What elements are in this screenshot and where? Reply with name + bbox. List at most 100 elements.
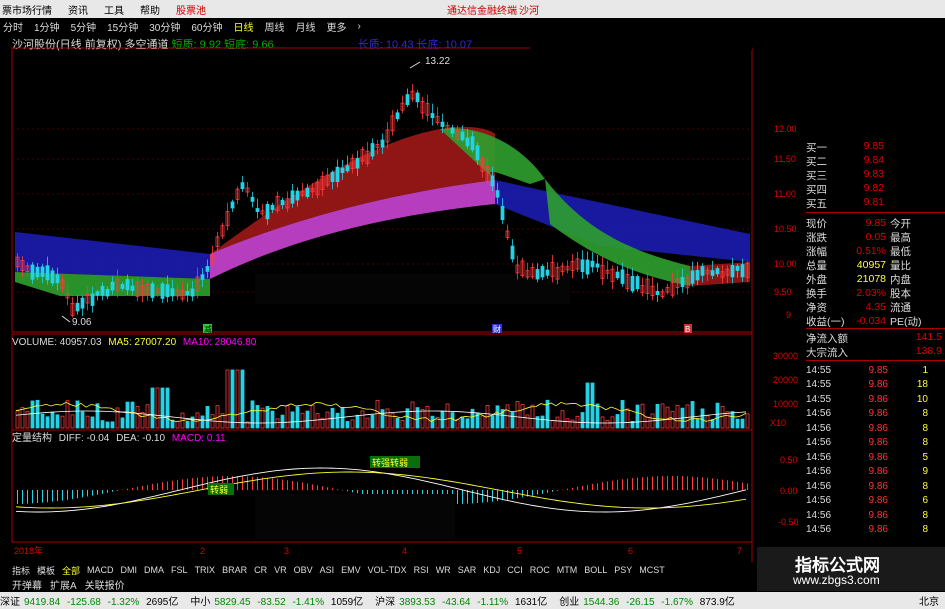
- tick-row: 14:56 9.86 8: [806, 508, 945, 522]
- volume-bar: [270, 410, 275, 429]
- period-daily[interactable]: 日线: [231, 19, 254, 34]
- diff-value: -0.04: [87, 433, 110, 444]
- menu-terminal-link[interactable]: 通达信金融终端: [445, 2, 517, 17]
- volume-bar: [635, 404, 640, 429]
- stat-row: 现价 9.85 今开: [806, 216, 945, 230]
- menu-tools[interactable]: 工具: [102, 2, 124, 17]
- stat-label: 流通: [890, 301, 911, 314]
- status-region: 北京: [919, 597, 939, 608]
- tick-time: 14:56: [806, 437, 832, 448]
- period-more[interactable]: 更多: [324, 19, 347, 34]
- period-1m[interactable]: 1分钟: [31, 19, 60, 34]
- indicator-tab[interactable]: ASI: [320, 565, 335, 575]
- chevron-right-icon[interactable]: ›: [355, 21, 361, 32]
- high-pointer: [409, 61, 421, 69]
- tick-price: 9.86: [868, 422, 888, 434]
- volume-bar: [700, 408, 705, 429]
- volume-bar: [300, 412, 305, 429]
- indicator-tab[interactable]: DMA: [144, 565, 164, 575]
- volume-bar: [560, 410, 565, 429]
- volume-bar: [235, 369, 240, 429]
- indicator-tab[interactable]: KDJ: [483, 565, 500, 575]
- indicator-tab[interactable]: MCST: [639, 565, 665, 575]
- candle-body: [535, 269, 540, 280]
- candle-body: [265, 203, 270, 220]
- indicator-tab[interactable]: VOL-TDX: [368, 565, 407, 575]
- menu-news[interactable]: 资讯: [66, 2, 88, 17]
- indicator-tab[interactable]: BRAR: [222, 565, 247, 575]
- masked-area-macd: [255, 494, 455, 539]
- stat-label: 收益(一): [806, 315, 845, 328]
- candle-body: [160, 283, 165, 299]
- indicator-tab[interactable]: DMI: [121, 565, 138, 575]
- index-pct: -1.67%: [661, 597, 693, 608]
- indicator-tab[interactable]: OBV: [294, 565, 313, 575]
- indicator-tab[interactable]: CCI: [507, 565, 523, 575]
- menu-help[interactable]: 帮助: [138, 2, 160, 17]
- period-tick[interactable]: 分时: [0, 19, 23, 34]
- index-quote[interactable]: 沪深 3893.53 -43.64 -1.11% 1631亿: [375, 593, 551, 608]
- stat-label: 内盘: [890, 273, 911, 286]
- indicator-tab[interactable]: CR: [254, 565, 267, 575]
- period-30m[interactable]: 30分钟: [146, 19, 180, 34]
- volume-bar: [410, 401, 415, 429]
- order-row: 买五 9.81: [806, 196, 884, 210]
- period-weekly[interactable]: 周线: [262, 19, 285, 34]
- volume-bar: [550, 420, 555, 429]
- candle-body: [475, 145, 480, 161]
- tick-price: 9.86: [868, 524, 888, 535]
- candle-body: [495, 190, 500, 198]
- index-quote[interactable]: 创业 1544.36 -26.15 -1.67% 873.9亿: [559, 593, 739, 608]
- stat-label: PE(动): [890, 315, 922, 328]
- expand-a-tab[interactable]: 扩展A: [50, 577, 77, 592]
- menu-stockpool[interactable]: 股票池: [174, 2, 206, 17]
- menu-market[interactable]: 票市场行情: [0, 2, 52, 17]
- period-15m[interactable]: 15分钟: [104, 19, 138, 34]
- volume-bar: [425, 406, 430, 429]
- flow-row: 净流入额 141.5: [806, 331, 942, 345]
- candle-body: [80, 297, 85, 309]
- volume-bar: [460, 416, 465, 429]
- period-60m[interactable]: 60分钟: [188, 19, 222, 34]
- event-marker-label: 减: [204, 324, 212, 334]
- tick-row: 14:56 9.86 8: [806, 523, 945, 537]
- candle-body: [95, 291, 100, 296]
- menu-stock-link[interactable]: 沙河: [517, 2, 539, 17]
- candle-body: [290, 190, 295, 204]
- macd-label: MACD:: [172, 433, 204, 444]
- indicator-tab[interactable]: VR: [274, 565, 287, 575]
- indicator-tab[interactable]: PSY: [614, 565, 632, 575]
- indicator-tab[interactable]: 模板: [37, 564, 55, 577]
- danmaku-toggle[interactable]: 开弹幕: [12, 577, 42, 592]
- indicator-tab[interactable]: 指标: [12, 564, 30, 577]
- indicator-tab[interactable]: RSI: [414, 565, 429, 575]
- indicator-tab[interactable]: BOLL: [584, 565, 607, 575]
- volume-bar: [415, 407, 420, 429]
- index-value: 5829.45: [214, 597, 251, 608]
- related-quote-tab[interactable]: 关联报价: [85, 577, 125, 592]
- period-5m[interactable]: 5分钟: [68, 19, 97, 34]
- indicator-tab[interactable]: ROC: [530, 565, 550, 575]
- index-amount: 1631亿: [514, 597, 548, 608]
- quote-panel: 买一 9.85 买二 9.84 买三 9.83 买四 9.82 买五 9.81 现价 9.8…: [752, 132, 945, 592]
- indicator-tab[interactable]: FSL: [171, 565, 188, 575]
- indicator-tab[interactable]: EMV: [341, 565, 361, 575]
- indicator-tab[interactable]: TRIX: [195, 565, 216, 575]
- index-quote[interactable]: 深证 9419.84 -125.68 -1.32% 2695亿: [0, 593, 182, 608]
- tick-volume: 5: [922, 451, 928, 463]
- index-amount: 1059亿: [330, 597, 364, 608]
- period-monthly[interactable]: 月线: [293, 19, 316, 34]
- candle-body: [695, 270, 700, 281]
- tick-row: 14:55 9.86 18: [806, 378, 945, 392]
- low-price-label: 9.06: [72, 317, 92, 328]
- index-quote[interactable]: 中小 5829.45 -83.52 -1.41% 1059亿: [190, 593, 367, 608]
- time-tick: 3: [284, 546, 289, 556]
- tick-time: 14:56: [806, 408, 832, 419]
- indicator-tab[interactable]: 全部: [62, 564, 80, 577]
- indicator-tab[interactable]: MTM: [557, 565, 578, 575]
- indicator-tab[interactable]: WR: [436, 565, 451, 575]
- masked-area-top: [530, 34, 752, 50]
- indicator-tab[interactable]: SAR: [458, 565, 477, 575]
- volume-bar: [380, 409, 385, 429]
- indicator-tab[interactable]: MACD: [87, 565, 114, 575]
